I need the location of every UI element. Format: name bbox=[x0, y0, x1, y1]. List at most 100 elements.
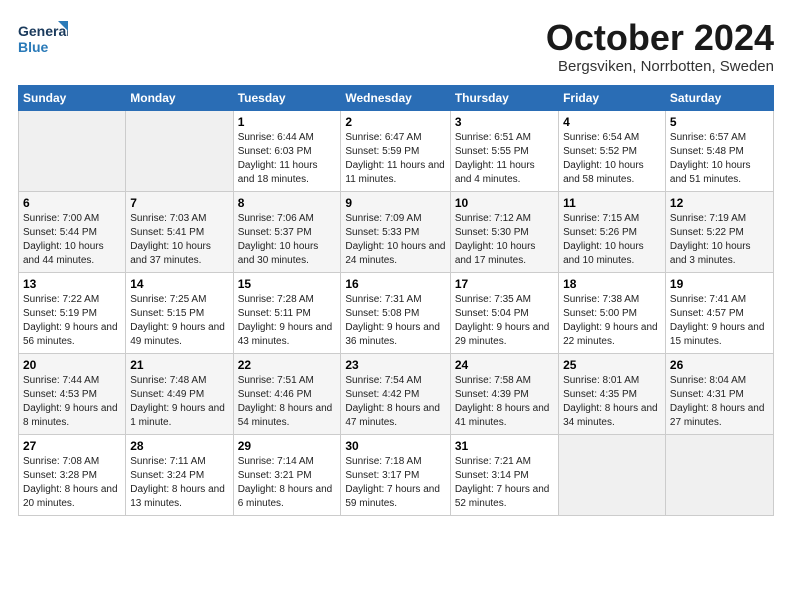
cell-info: Sunrise: 7:08 AMSunset: 3:28 PMDaylight:… bbox=[23, 456, 118, 509]
month-title: October 2024 bbox=[546, 18, 774, 58]
calendar-cell: 2 Sunrise: 6:47 AMSunset: 5:59 PMDayligh… bbox=[341, 110, 450, 191]
day-number: 10 bbox=[455, 196, 554, 210]
day-number: 29 bbox=[238, 439, 337, 453]
cell-info: Sunrise: 7:48 AMSunset: 4:49 PMDaylight:… bbox=[130, 375, 225, 428]
calendar-cell: 10 Sunrise: 7:12 AMSunset: 5:30 PMDaylig… bbox=[450, 191, 558, 272]
day-header: Wednesday bbox=[341, 85, 450, 110]
header: General Blue October 2024 Bergsviken, No… bbox=[18, 18, 774, 75]
day-number: 27 bbox=[23, 439, 121, 453]
cell-info: Sunrise: 6:47 AMSunset: 5:59 PMDaylight:… bbox=[345, 132, 444, 185]
calendar-cell: 15 Sunrise: 7:28 AMSunset: 5:11 PMDaylig… bbox=[233, 272, 341, 353]
cell-info: Sunrise: 7:25 AMSunset: 5:15 PMDaylight:… bbox=[130, 294, 225, 347]
calendar-table: SundayMondayTuesdayWednesdayThursdayFrid… bbox=[18, 85, 774, 516]
calendar-cell: 24 Sunrise: 7:58 AMSunset: 4:39 PMDaylig… bbox=[450, 353, 558, 434]
day-number: 21 bbox=[130, 358, 228, 372]
subtitle: Bergsviken, Norrbotten, Sweden bbox=[546, 58, 774, 75]
cell-info: Sunrise: 7:18 AMSunset: 3:17 PMDaylight:… bbox=[345, 456, 440, 509]
calendar-cell: 3 Sunrise: 6:51 AMSunset: 5:55 PMDayligh… bbox=[450, 110, 558, 191]
cell-info: Sunrise: 7:15 AMSunset: 5:26 PMDaylight:… bbox=[563, 213, 644, 266]
day-header: Monday bbox=[126, 85, 233, 110]
calendar-cell: 31 Sunrise: 7:21 AMSunset: 3:14 PMDaylig… bbox=[450, 434, 558, 515]
calendar-cell: 17 Sunrise: 7:35 AMSunset: 5:04 PMDaylig… bbox=[450, 272, 558, 353]
cell-info: Sunrise: 7:51 AMSunset: 4:46 PMDaylight:… bbox=[238, 375, 333, 428]
svg-text:General: General bbox=[18, 23, 68, 39]
day-number: 9 bbox=[345, 196, 445, 210]
cell-info: Sunrise: 7:19 AMSunset: 5:22 PMDaylight:… bbox=[670, 213, 751, 266]
cell-info: Sunrise: 7:54 AMSunset: 4:42 PMDaylight:… bbox=[345, 375, 440, 428]
day-number: 25 bbox=[563, 358, 661, 372]
calendar-week-row: 27 Sunrise: 7:08 AMSunset: 3:28 PMDaylig… bbox=[19, 434, 774, 515]
calendar-cell: 13 Sunrise: 7:22 AMSunset: 5:19 PMDaylig… bbox=[19, 272, 126, 353]
day-number: 28 bbox=[130, 439, 228, 453]
calendar-cell: 9 Sunrise: 7:09 AMSunset: 5:33 PMDayligh… bbox=[341, 191, 450, 272]
cell-info: Sunrise: 7:21 AMSunset: 3:14 PMDaylight:… bbox=[455, 456, 550, 509]
cell-info: Sunrise: 6:44 AMSunset: 6:03 PMDaylight:… bbox=[238, 132, 318, 185]
day-number: 3 bbox=[455, 115, 554, 129]
calendar-cell: 29 Sunrise: 7:14 AMSunset: 3:21 PMDaylig… bbox=[233, 434, 341, 515]
calendar-cell: 23 Sunrise: 7:54 AMSunset: 4:42 PMDaylig… bbox=[341, 353, 450, 434]
day-number: 5 bbox=[670, 115, 769, 129]
day-number: 11 bbox=[563, 196, 661, 210]
day-header: Friday bbox=[559, 85, 666, 110]
day-number: 14 bbox=[130, 277, 228, 291]
cell-info: Sunrise: 6:57 AMSunset: 5:48 PMDaylight:… bbox=[670, 132, 751, 185]
cell-info: Sunrise: 6:54 AMSunset: 5:52 PMDaylight:… bbox=[563, 132, 644, 185]
day-number: 7 bbox=[130, 196, 228, 210]
cell-info: Sunrise: 7:58 AMSunset: 4:39 PMDaylight:… bbox=[455, 375, 550, 428]
svg-text:Blue: Blue bbox=[18, 39, 49, 55]
logo-svg: General Blue bbox=[18, 18, 68, 58]
calendar-week-row: 13 Sunrise: 7:22 AMSunset: 5:19 PMDaylig… bbox=[19, 272, 774, 353]
cell-info: Sunrise: 7:11 AMSunset: 3:24 PMDaylight:… bbox=[130, 456, 225, 509]
cell-info: Sunrise: 7:41 AMSunset: 4:57 PMDaylight:… bbox=[670, 294, 765, 347]
cell-info: Sunrise: 7:12 AMSunset: 5:30 PMDaylight:… bbox=[455, 213, 536, 266]
calendar-cell: 22 Sunrise: 7:51 AMSunset: 4:46 PMDaylig… bbox=[233, 353, 341, 434]
day-number: 24 bbox=[455, 358, 554, 372]
cell-info: Sunrise: 8:01 AMSunset: 4:35 PMDaylight:… bbox=[563, 375, 658, 428]
calendar-cell: 12 Sunrise: 7:19 AMSunset: 5:22 PMDaylig… bbox=[665, 191, 773, 272]
cell-info: Sunrise: 7:44 AMSunset: 4:53 PMDaylight:… bbox=[23, 375, 118, 428]
calendar-cell: 21 Sunrise: 7:48 AMSunset: 4:49 PMDaylig… bbox=[126, 353, 233, 434]
cell-info: Sunrise: 7:14 AMSunset: 3:21 PMDaylight:… bbox=[238, 456, 333, 509]
calendar-cell: 18 Sunrise: 7:38 AMSunset: 5:00 PMDaylig… bbox=[559, 272, 666, 353]
title-block: October 2024 Bergsviken, Norrbotten, Swe… bbox=[546, 18, 774, 75]
day-number: 16 bbox=[345, 277, 445, 291]
calendar-cell: 14 Sunrise: 7:25 AMSunset: 5:15 PMDaylig… bbox=[126, 272, 233, 353]
day-number: 15 bbox=[238, 277, 337, 291]
calendar-cell: 28 Sunrise: 7:11 AMSunset: 3:24 PMDaylig… bbox=[126, 434, 233, 515]
day-number: 4 bbox=[563, 115, 661, 129]
day-number: 20 bbox=[23, 358, 121, 372]
cell-info: Sunrise: 7:31 AMSunset: 5:08 PMDaylight:… bbox=[345, 294, 440, 347]
day-header: Sunday bbox=[19, 85, 126, 110]
cell-info: Sunrise: 7:09 AMSunset: 5:33 PMDaylight:… bbox=[345, 213, 445, 266]
calendar-cell bbox=[559, 434, 666, 515]
calendar-cell: 19 Sunrise: 7:41 AMSunset: 4:57 PMDaylig… bbox=[665, 272, 773, 353]
day-number: 17 bbox=[455, 277, 554, 291]
calendar-cell: 1 Sunrise: 6:44 AMSunset: 6:03 PMDayligh… bbox=[233, 110, 341, 191]
day-number: 31 bbox=[455, 439, 554, 453]
calendar-cell: 26 Sunrise: 8:04 AMSunset: 4:31 PMDaylig… bbox=[665, 353, 773, 434]
calendar-cell: 5 Sunrise: 6:57 AMSunset: 5:48 PMDayligh… bbox=[665, 110, 773, 191]
calendar-cell: 30 Sunrise: 7:18 AMSunset: 3:17 PMDaylig… bbox=[341, 434, 450, 515]
calendar-cell: 8 Sunrise: 7:06 AMSunset: 5:37 PMDayligh… bbox=[233, 191, 341, 272]
cell-info: Sunrise: 7:00 AMSunset: 5:44 PMDaylight:… bbox=[23, 213, 104, 266]
calendar-cell: 27 Sunrise: 7:08 AMSunset: 3:28 PMDaylig… bbox=[19, 434, 126, 515]
calendar-cell: 16 Sunrise: 7:31 AMSunset: 5:08 PMDaylig… bbox=[341, 272, 450, 353]
cell-info: Sunrise: 7:35 AMSunset: 5:04 PMDaylight:… bbox=[455, 294, 550, 347]
cell-info: Sunrise: 7:28 AMSunset: 5:11 PMDaylight:… bbox=[238, 294, 333, 347]
day-header: Thursday bbox=[450, 85, 558, 110]
cell-info: Sunrise: 7:38 AMSunset: 5:00 PMDaylight:… bbox=[563, 294, 658, 347]
calendar-cell: 4 Sunrise: 6:54 AMSunset: 5:52 PMDayligh… bbox=[559, 110, 666, 191]
day-number: 30 bbox=[345, 439, 445, 453]
day-number: 18 bbox=[563, 277, 661, 291]
day-number: 22 bbox=[238, 358, 337, 372]
logo: General Blue bbox=[18, 18, 68, 58]
day-header: Saturday bbox=[665, 85, 773, 110]
day-number: 1 bbox=[238, 115, 337, 129]
cell-info: Sunrise: 6:51 AMSunset: 5:55 PMDaylight:… bbox=[455, 132, 535, 185]
day-number: 8 bbox=[238, 196, 337, 210]
calendar-week-row: 6 Sunrise: 7:00 AMSunset: 5:44 PMDayligh… bbox=[19, 191, 774, 272]
day-number: 26 bbox=[670, 358, 769, 372]
day-number: 23 bbox=[345, 358, 445, 372]
calendar-week-row: 1 Sunrise: 6:44 AMSunset: 6:03 PMDayligh… bbox=[19, 110, 774, 191]
day-number: 6 bbox=[23, 196, 121, 210]
